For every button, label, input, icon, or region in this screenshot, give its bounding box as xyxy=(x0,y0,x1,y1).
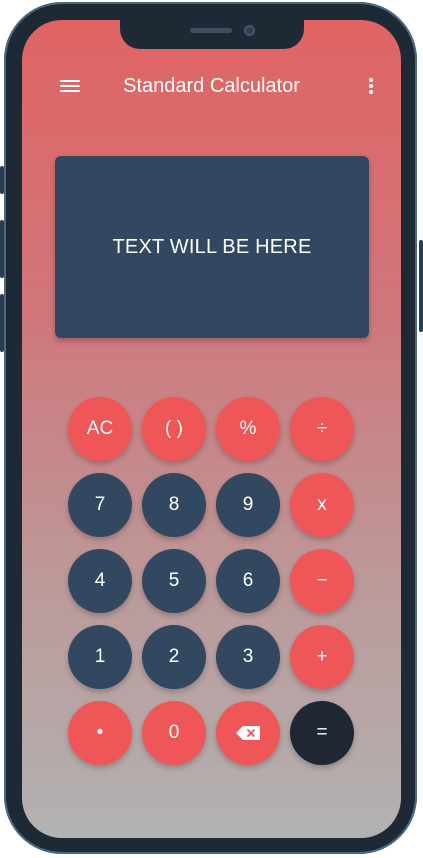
phone-volume-up-button xyxy=(0,220,4,278)
digit-4-button[interactable]: 4 xyxy=(68,549,132,613)
multiply-button[interactable]: x xyxy=(290,473,354,537)
digit-1-button[interactable]: 1 xyxy=(68,625,132,689)
app-title: Standard Calculator xyxy=(123,75,300,97)
digit-5-button[interactable]: 5 xyxy=(142,549,206,613)
backspace-icon xyxy=(236,726,260,740)
digit-7-button[interactable]: 7 xyxy=(68,473,132,537)
clear-button[interactable]: AC xyxy=(68,397,132,461)
add-button[interactable]: + xyxy=(290,625,354,689)
digit-8-button[interactable]: 8 xyxy=(142,473,206,537)
phone-action-button xyxy=(0,166,4,194)
digit-3-button[interactable]: 3 xyxy=(216,625,280,689)
app-screen: Standard Calculator TEXT WILL BE HERE AC… xyxy=(22,20,401,838)
digit-9-button[interactable]: 9 xyxy=(216,473,280,537)
subtract-button[interactable]: − xyxy=(290,549,354,613)
divide-button[interactable]: ÷ xyxy=(290,397,354,461)
decimal-button[interactable]: • xyxy=(68,701,132,765)
phone-volume-down-button xyxy=(0,294,4,352)
equals-button[interactable]: = xyxy=(290,701,354,765)
app-bar: Standard Calculator xyxy=(22,64,401,108)
front-camera xyxy=(244,25,255,36)
result-display: TEXT WILL BE HERE xyxy=(55,156,369,338)
speaker-grille xyxy=(190,28,232,33)
display-text: TEXT WILL BE HERE xyxy=(112,235,312,258)
digit-0-button[interactable]: 0 xyxy=(142,701,206,765)
parentheses-button[interactable]: ( ) xyxy=(142,397,206,461)
backspace-button[interactable] xyxy=(216,701,280,765)
notch xyxy=(120,20,304,49)
more-vertical-icon[interactable] xyxy=(365,76,377,96)
digit-2-button[interactable]: 2 xyxy=(142,625,206,689)
percent-button[interactable]: % xyxy=(216,397,280,461)
digit-6-button[interactable]: 6 xyxy=(216,549,280,613)
phone-power-button xyxy=(419,240,423,332)
